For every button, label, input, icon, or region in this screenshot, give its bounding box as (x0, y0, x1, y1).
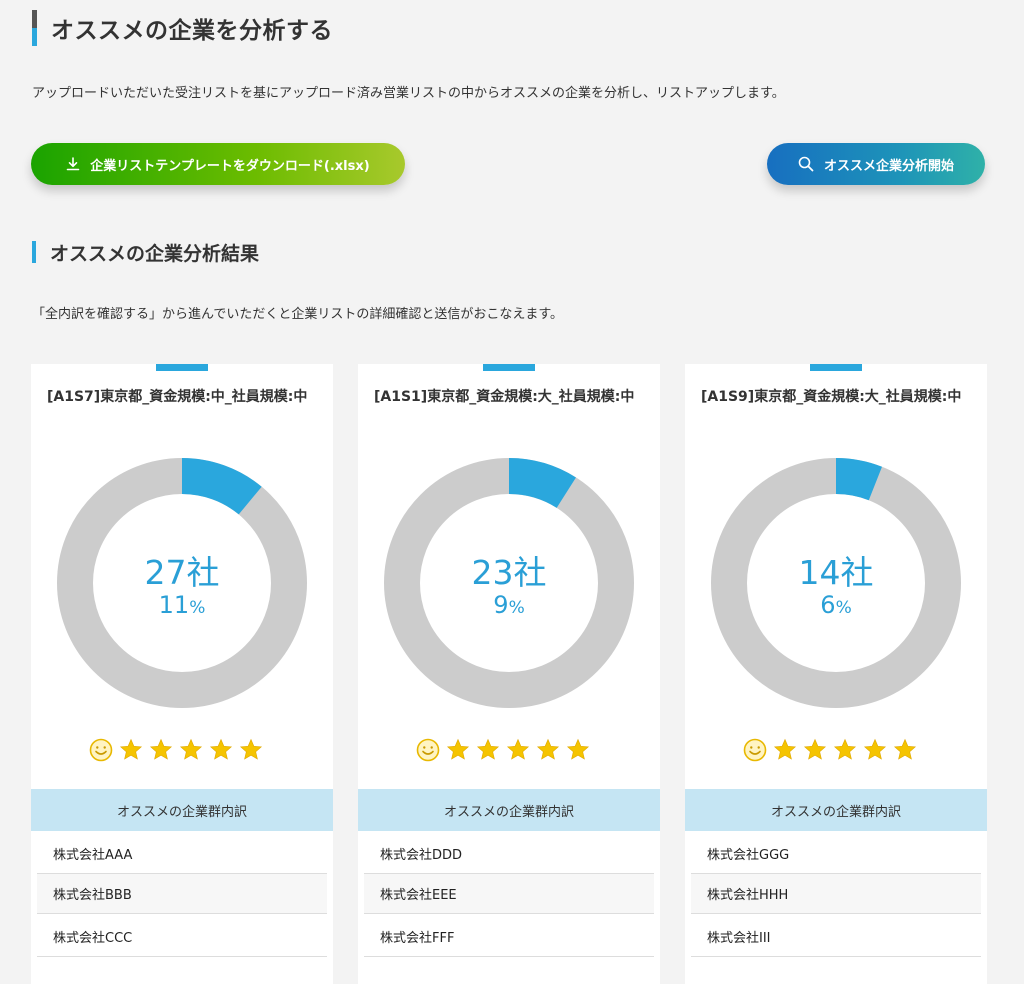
result-card: [A1S9]東京都_資金規模:大_社員規模:中 14社 6% オススメの企業群内… (685, 364, 987, 984)
list-item[interactable]: 株式会社AAA (37, 834, 327, 874)
percent-value: 6 (820, 591, 836, 619)
star-icon (506, 738, 530, 760)
results-header: オススメの企業分析結果 (32, 240, 260, 265)
percent-unit: % (189, 598, 206, 618)
percent-value: 9 (493, 591, 509, 619)
list-item[interactable]: 株式会社EEE (364, 874, 654, 914)
star-icon (863, 738, 887, 760)
card-title: [A1S1]東京都_資金規模:大_社員規模:中 (374, 389, 635, 405)
smile-icon (416, 738, 440, 762)
smile-icon (89, 738, 113, 762)
start-analysis-button[interactable]: オススメ企業分析開始 (767, 143, 985, 185)
card-tab (483, 364, 535, 371)
star-icon (119, 738, 143, 760)
smile-icon (743, 738, 767, 762)
star-icon (773, 738, 797, 760)
star-icon (179, 738, 203, 760)
search-icon (798, 156, 814, 172)
star-icon (446, 738, 470, 760)
company-percent: 9% (358, 591, 660, 619)
download-template-button[interactable]: 企業リストテンプレートをダウンロード(.xlsx) (31, 143, 405, 185)
star-icon (239, 738, 263, 760)
results-description: 「全内訳を確認する」から進んでいただくと企業リストの詳細確認と送信がおこなえます… (32, 307, 564, 322)
company-count: 27社 (144, 553, 220, 592)
star-icon (566, 738, 590, 760)
list-item[interactable]: 株式会社GGG (691, 834, 981, 874)
company-count: 14社 (798, 553, 874, 592)
list-item[interactable]: 株式会社FFF (364, 917, 654, 957)
star-icon (209, 738, 233, 760)
download-template-label: 企業リストテンプレートをダウンロード(.xlsx) (90, 158, 370, 174)
page-header: オススメの企業を分析する (32, 10, 333, 46)
list-item[interactable]: 株式会社HHH (691, 874, 981, 914)
list-item[interactable]: 株式会社BBB (37, 874, 327, 914)
result-card: [A1S7]東京都_資金規模:中_社員規模:中 27社 11% オススメの企業群… (31, 364, 333, 984)
company-percent: 11% (31, 591, 333, 619)
donut-segment (835, 458, 883, 501)
company-list-header: オススメの企業群内訳 (31, 789, 333, 831)
rating (89, 738, 269, 762)
list-item[interactable]: 株式会社III (691, 917, 981, 957)
title-accent-bar (32, 10, 37, 46)
card-title: [A1S9]東京都_資金規模:大_社員規模:中 (701, 389, 962, 405)
start-analysis-label: オススメ企業分析開始 (823, 158, 954, 174)
card-tab (810, 364, 862, 371)
donut-segment (508, 458, 576, 509)
result-card: [A1S1]東京都_資金規模:大_社員規模:中 23社 9% オススメの企業群内… (358, 364, 660, 984)
company-percent: 6% (685, 591, 987, 619)
percent-value: 11 (158, 591, 190, 619)
download-icon (66, 157, 80, 171)
star-icon (833, 738, 857, 760)
rating (416, 738, 596, 762)
company-list-header: オススメの企業群内訳 (358, 789, 660, 831)
rating (743, 738, 923, 762)
card-title: [A1S7]東京都_資金規模:中_社員規模:中 (47, 389, 308, 405)
page-description: アップロードいただいた受注リストを基にアップロード済み営業リストの中からオススメ… (32, 86, 785, 101)
card-tab (156, 364, 208, 371)
star-icon (803, 738, 827, 760)
percent-unit: % (835, 598, 852, 618)
percent-unit: % (508, 598, 525, 618)
star-icon (536, 738, 560, 760)
list-item[interactable]: 株式会社CCC (37, 917, 327, 957)
star-icon (149, 738, 173, 760)
company-list-header: オススメの企業群内訳 (685, 789, 987, 831)
results-title: オススメの企業分析結果 (50, 242, 260, 265)
company-count: 23社 (471, 553, 547, 592)
page-title: オススメの企業を分析する (51, 18, 333, 44)
results-accent-bar (32, 241, 36, 263)
list-item[interactable]: 株式会社DDD (364, 834, 654, 874)
donut-segment (181, 458, 262, 515)
star-icon (476, 738, 500, 760)
star-icon (893, 738, 917, 760)
